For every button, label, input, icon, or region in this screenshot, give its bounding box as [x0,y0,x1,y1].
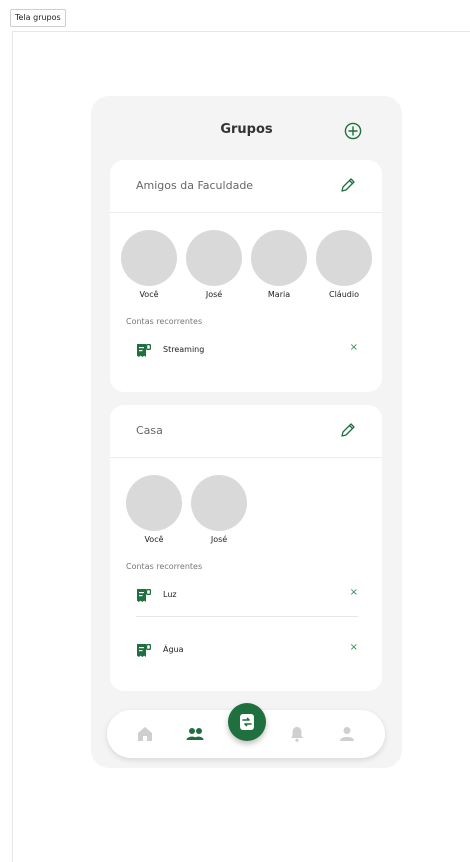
split-icon [240,714,254,730]
avatar [126,475,182,531]
member-name: Maria [267,290,291,299]
bill-item[interactable]: Luz × [136,585,358,605]
bill-name: Streaming [163,345,205,354]
section-label: Contas recorrentes [126,562,203,571]
remove-bill-button[interactable]: × [350,342,358,353]
member[interactable]: José [191,475,247,544]
member-name: Você [139,290,159,299]
profile-icon[interactable] [337,724,357,744]
avatar [316,230,372,286]
split-button[interactable] [228,703,266,741]
plus-circle-icon[interactable] [344,122,362,140]
remove-bill-button[interactable]: × [350,587,358,598]
bill-item[interactable]: Água × [136,640,358,660]
bill-name: Luz [163,590,177,599]
bell-icon[interactable] [287,724,307,744]
member-name: José [210,535,228,544]
avatar [186,230,242,286]
groups-icon[interactable] [185,724,205,744]
pencil-icon[interactable] [338,175,358,195]
group-name: Amigos da Faculdade [136,179,254,192]
avatar [121,230,177,286]
member-name: José [205,290,223,299]
home-icon[interactable] [135,724,155,744]
member-name: Cláudio [329,290,359,299]
avatar [251,230,307,286]
member[interactable]: Maria [251,230,307,299]
bill-name: Água [163,645,184,654]
pencil-icon[interactable] [338,420,358,440]
frame-label: Tela grupos [10,9,66,27]
receipt-icon [137,589,151,602]
member[interactable]: Cláudio [316,230,372,299]
receipt-icon [137,344,151,357]
group-card-amigos[interactable]: Amigos da Faculdade Você José Maria Cláu [110,160,382,392]
avatar [191,475,247,531]
remove-bill-button[interactable]: × [350,642,358,653]
bill-item[interactable]: Streaming × [136,340,358,360]
member[interactable]: José [186,230,242,299]
divider [136,616,358,617]
group-card-casa[interactable]: Casa Você José Contas recorrentes Luz × … [110,405,382,691]
receipt-icon [137,644,151,657]
section-label: Contas recorrentes [126,317,203,326]
member[interactable]: Você [121,230,177,299]
group-name: Casa [136,424,163,437]
group-card-header: Casa [110,405,382,458]
group-card-header: Amigos da Faculdade [110,160,382,213]
phone-screen: Grupos Amigos da Faculdade Você José Mar… [91,96,402,768]
member[interactable]: Você [126,475,182,544]
member-name: Você [144,535,164,544]
